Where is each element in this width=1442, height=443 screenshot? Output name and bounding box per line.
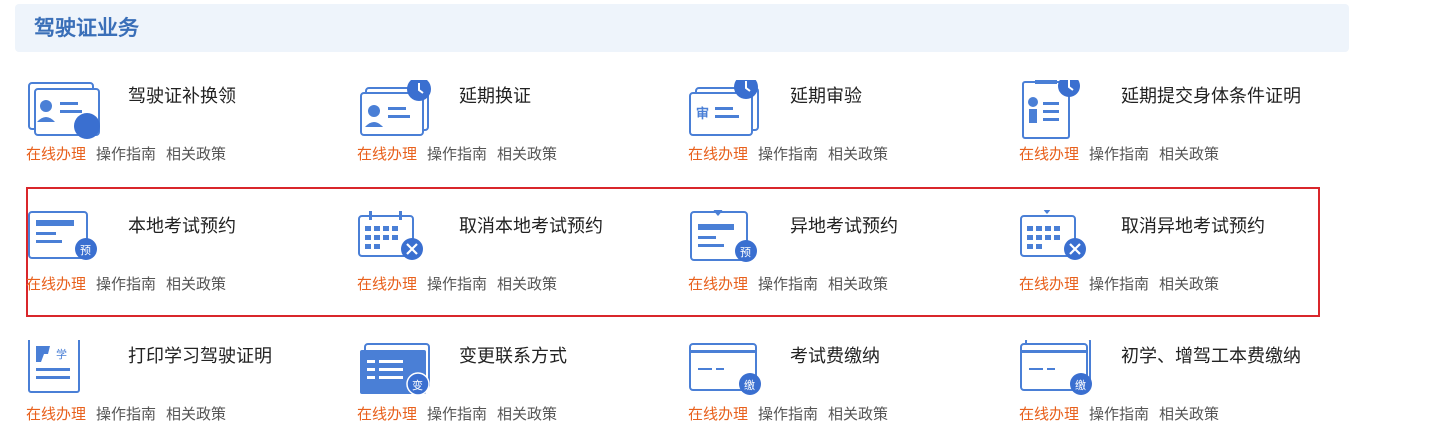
service-title: 本地考试预约: [128, 216, 236, 237]
service-item-health-cert-extend[interactable]: 延期提交身体条件证明 在线办理 操作指南 相关政策: [1019, 80, 1349, 180]
online-link[interactable]: 在线办理: [357, 275, 417, 293]
service-item-license-replace[interactable]: 驾驶证补换领 在线办理 操作指南 相关政策: [26, 80, 356, 180]
print-learner-cert-icon: 学: [26, 340, 106, 410]
service-title: 延期提交身体条件证明: [1121, 86, 1301, 107]
policy-link[interactable]: 相关政策: [1159, 275, 1219, 293]
svg-text:缴: 缴: [744, 378, 755, 392]
guide-link[interactable]: 操作指南: [758, 275, 818, 293]
policy-link[interactable]: 相关政策: [828, 145, 888, 163]
cancel-local-booking-icon: [357, 210, 437, 280]
guide-link[interactable]: 操作指南: [1089, 145, 1149, 163]
policy-link[interactable]: 相关政策: [1159, 405, 1219, 423]
service-item-license-fee-payment[interactable]: 缴 初学、增驾工本费缴纳 在线办理 操作指南 相关政策: [1019, 340, 1349, 440]
service-title: 变更联系方式: [459, 346, 567, 367]
policy-link[interactable]: 相关政策: [497, 145, 557, 163]
guide-link[interactable]: 操作指南: [758, 145, 818, 163]
service-title: 初学、增驾工本费缴纳: [1121, 346, 1301, 367]
service-item-exam-fee-payment[interactable]: 缴 考试费缴纳 在线办理 操作指南 相关政策: [688, 340, 1018, 440]
guide-link[interactable]: 操作指南: [1089, 275, 1149, 293]
policy-link[interactable]: 相关政策: [166, 145, 226, 163]
svg-text:缴: 缴: [1075, 378, 1086, 392]
service-item-change-contact[interactable]: 变 变更联系方式 在线办理 操作指南 相关政策: [357, 340, 687, 440]
svg-text:学: 学: [56, 347, 67, 361]
policy-link[interactable]: 相关政策: [497, 275, 557, 293]
svg-text:审: 审: [696, 106, 709, 122]
service-item-local-exam-booking[interactable]: 预 本地考试预约 在线办理 操作指南 相关政策: [26, 210, 356, 310]
online-link[interactable]: 在线办理: [26, 405, 86, 423]
license-fee-payment-icon: 缴: [1019, 340, 1099, 410]
health-cert-extend-icon: [1019, 80, 1099, 150]
svg-text:预: 预: [80, 244, 91, 257]
service-title: 取消异地考试预约: [1121, 216, 1265, 237]
service-title: 打印学习驾驶证明: [128, 346, 272, 367]
online-link[interactable]: 在线办理: [26, 145, 86, 163]
policy-link[interactable]: 相关政策: [166, 405, 226, 423]
policy-link[interactable]: 相关政策: [166, 275, 226, 293]
service-title: 考试费缴纳: [790, 346, 880, 367]
exam-fee-payment-icon: 缴: [688, 340, 768, 410]
online-link[interactable]: 在线办理: [1019, 275, 1079, 293]
change-contact-icon: 变: [357, 340, 437, 410]
service-title: 延期审验: [790, 86, 862, 107]
service-item-cancel-remote-booking[interactable]: 取消异地考试预约 在线办理 操作指南 相关政策: [1019, 210, 1349, 310]
review-extend-icon: 审: [688, 80, 768, 150]
service-item-print-learner-cert[interactable]: 学 打印学习驾驶证明 在线办理 操作指南 相关政策: [26, 340, 356, 440]
policy-link[interactable]: 相关政策: [828, 275, 888, 293]
service-item-remote-exam-booking[interactable]: 预 异地考试预约 在线办理 操作指南 相关政策: [688, 210, 1018, 310]
guide-link[interactable]: 操作指南: [427, 405, 487, 423]
online-link[interactable]: 在线办理: [26, 275, 86, 293]
license-replace-icon: [26, 80, 106, 150]
online-link[interactable]: 在线办理: [357, 145, 417, 163]
service-item-review-extend[interactable]: 审 延期审验 在线办理 操作指南 相关政策: [688, 80, 1018, 180]
guide-link[interactable]: 操作指南: [758, 405, 818, 423]
online-link[interactable]: 在线办理: [1019, 405, 1079, 423]
service-title: 延期换证: [459, 86, 531, 107]
svg-text:预: 预: [740, 246, 751, 259]
cancel-remote-booking-icon: [1019, 210, 1099, 280]
service-title: 异地考试预约: [790, 216, 898, 237]
svg-text:变: 变: [412, 378, 423, 392]
section-title: 驾驶证业务: [34, 16, 139, 40]
online-link[interactable]: 在线办理: [688, 405, 748, 423]
local-exam-booking-icon: 预: [26, 210, 106, 280]
policy-link[interactable]: 相关政策: [828, 405, 888, 423]
guide-link[interactable]: 操作指南: [427, 145, 487, 163]
guide-link[interactable]: 操作指南: [427, 275, 487, 293]
license-extend-icon: [357, 80, 437, 150]
policy-link[interactable]: 相关政策: [1159, 145, 1219, 163]
service-item-license-extend[interactable]: 延期换证 在线办理 操作指南 相关政策: [357, 80, 687, 180]
online-link[interactable]: 在线办理: [357, 405, 417, 423]
online-link[interactable]: 在线办理: [688, 145, 748, 163]
policy-link[interactable]: 相关政策: [497, 405, 557, 423]
guide-link[interactable]: 操作指南: [96, 405, 156, 423]
online-link[interactable]: 在线办理: [1019, 145, 1079, 163]
section-header: 驾驶证业务: [15, 4, 1349, 52]
service-title: 取消本地考试预约: [459, 216, 603, 237]
guide-link[interactable]: 操作指南: [96, 275, 156, 293]
service-item-cancel-local-booking[interactable]: 取消本地考试预约 在线办理 操作指南 相关政策: [357, 210, 687, 310]
service-title: 驾驶证补换领: [128, 86, 236, 107]
guide-link[interactable]: 操作指南: [1089, 405, 1149, 423]
online-link[interactable]: 在线办理: [688, 275, 748, 293]
remote-exam-booking-icon: 预: [688, 210, 768, 280]
guide-link[interactable]: 操作指南: [96, 145, 156, 163]
